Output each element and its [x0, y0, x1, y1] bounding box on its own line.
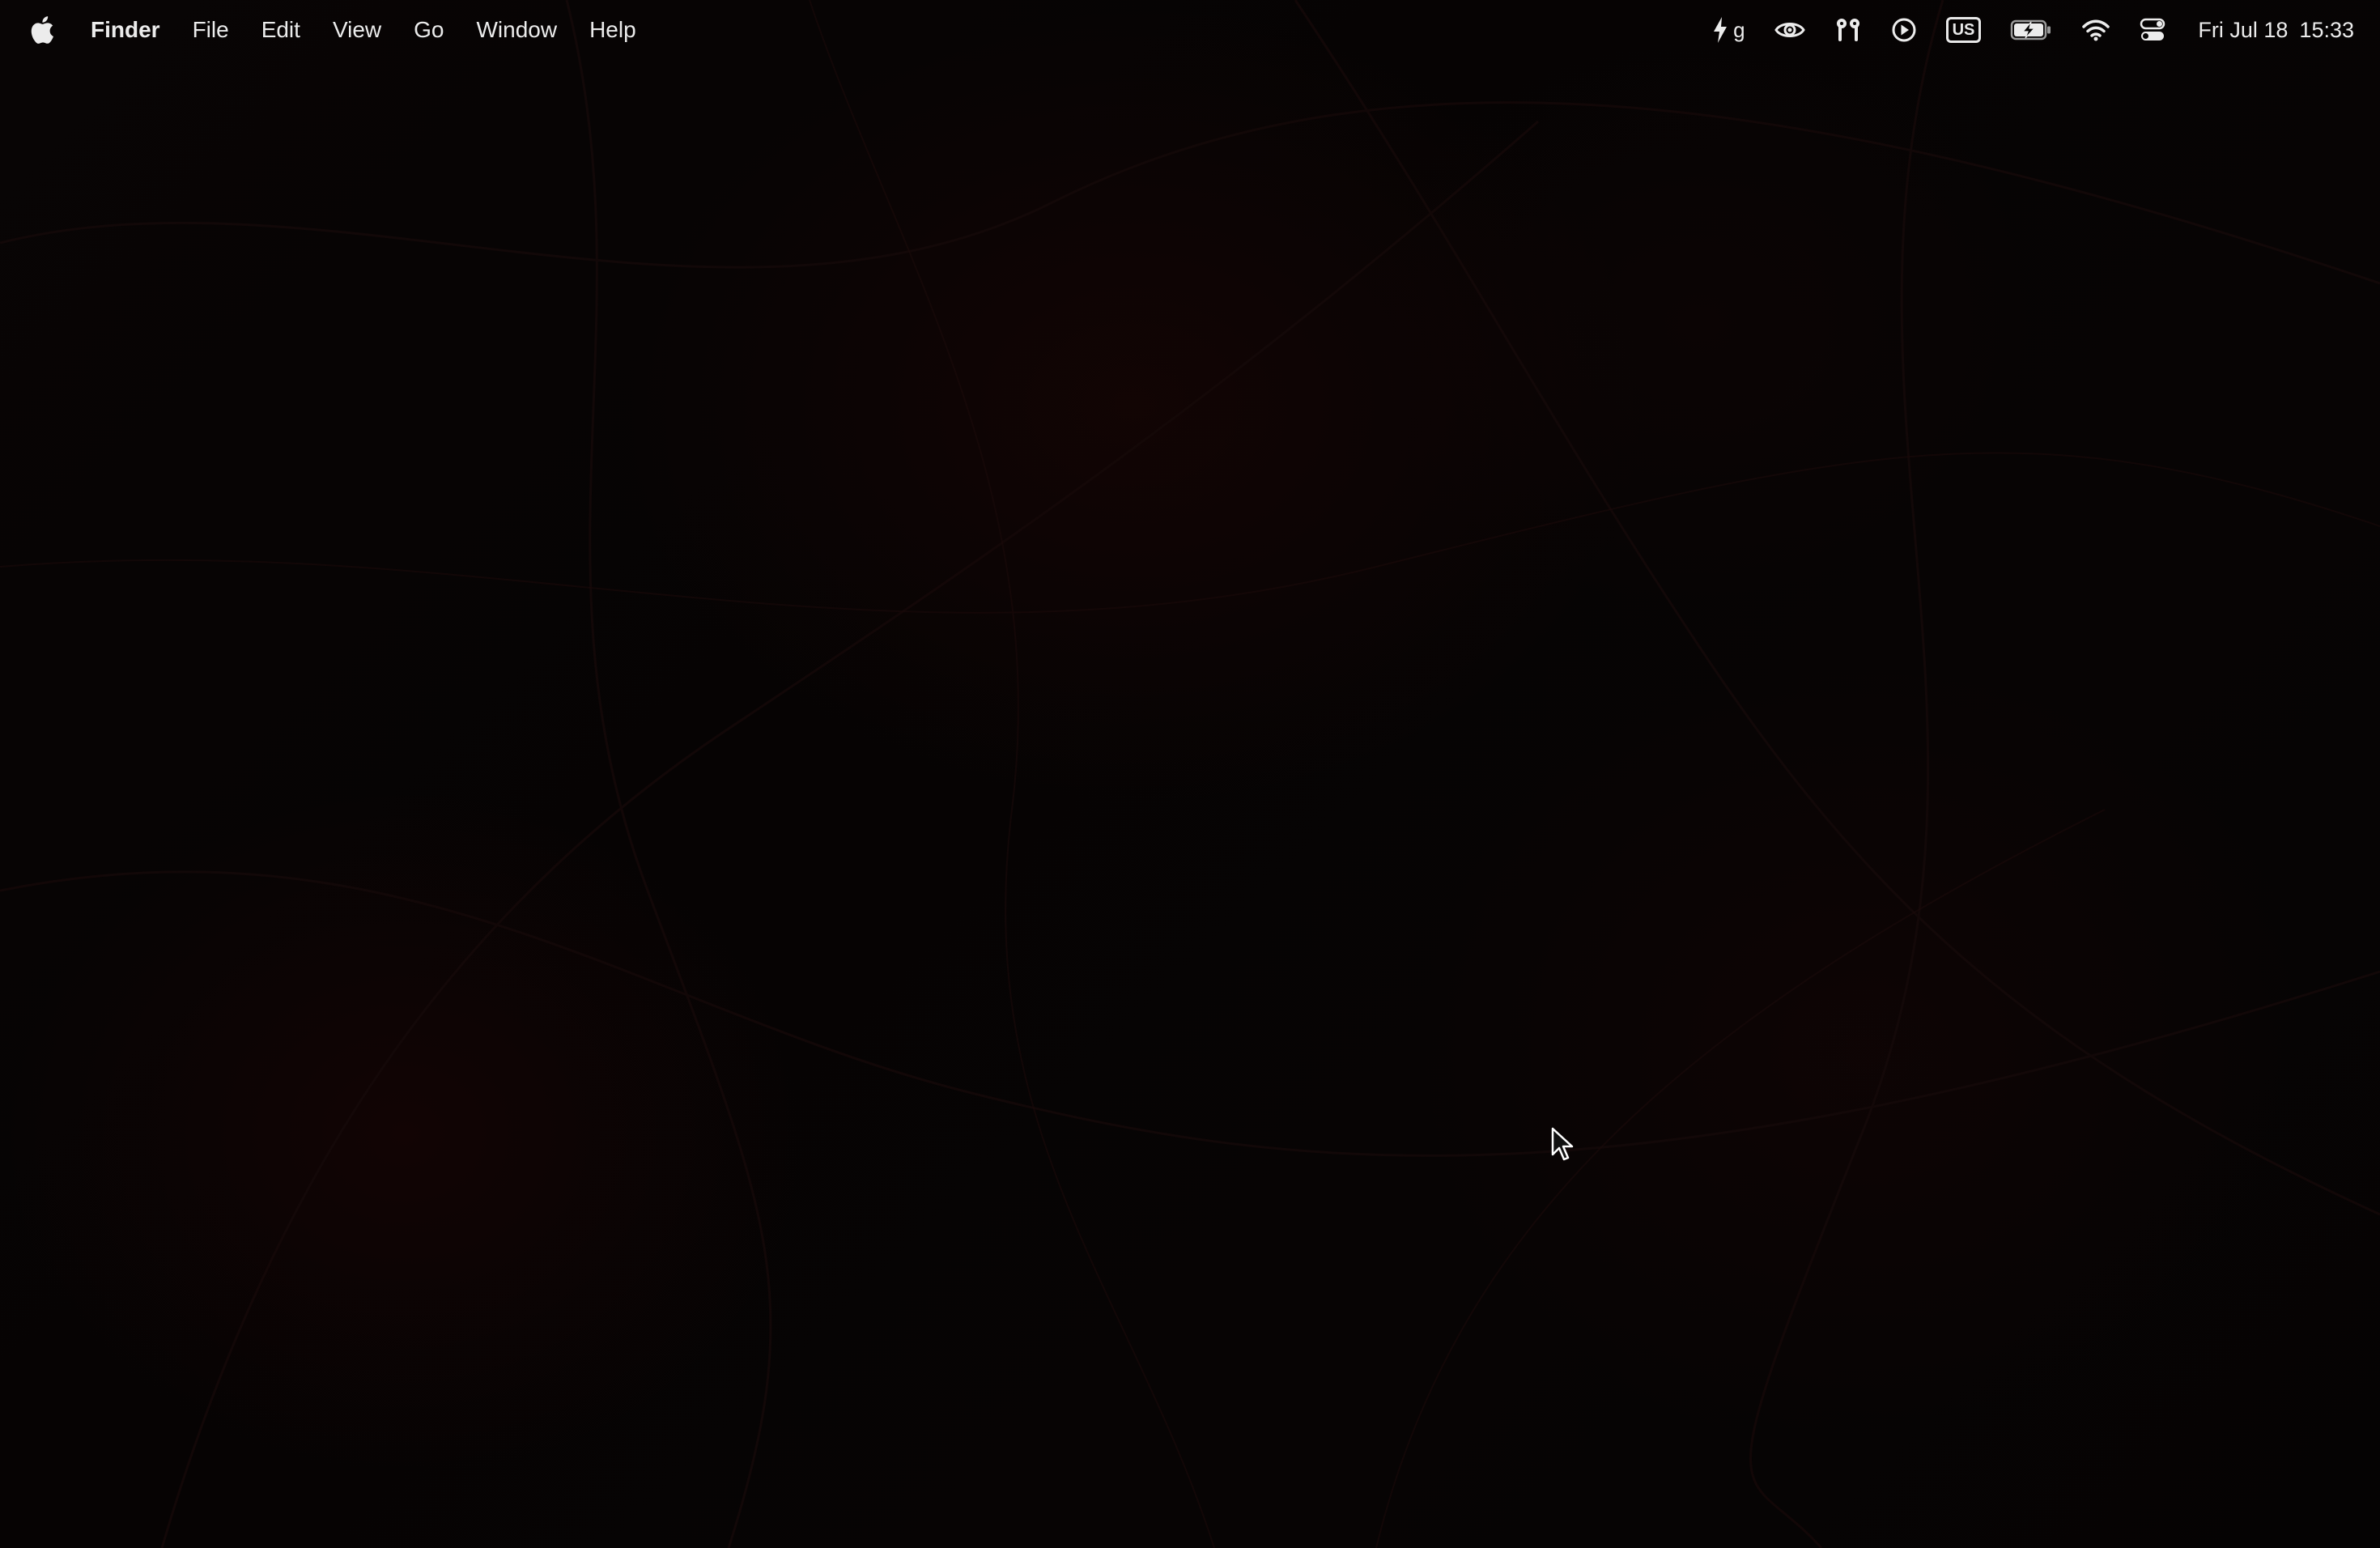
battery-status-item[interactable] [2010, 0, 2052, 60]
control-center-icon [2140, 18, 2165, 42]
menu-help[interactable]: Help [573, 0, 652, 60]
wifi-icon [2081, 19, 2110, 41]
media-status-item[interactable] [1891, 0, 1917, 60]
menu-bar-left: Finder File Edit View Go Window Help [0, 0, 652, 60]
menu-window[interactable]: Window [460, 0, 573, 60]
menu-view[interactable]: View [317, 0, 397, 60]
play-circle-icon [1891, 17, 1917, 43]
desktop-wallpaper [0, 0, 2380, 1548]
menu-app-finder[interactable]: Finder [86, 0, 176, 60]
airpods-icon [1834, 17, 1862, 43]
bolt-icon [1712, 17, 1728, 43]
menu-file[interactable]: File [176, 0, 245, 60]
control-center-status-item[interactable] [2140, 0, 2165, 60]
airpods-status-item[interactable] [1834, 0, 1862, 60]
eye-status-item[interactable] [1774, 0, 1805, 60]
apple-logo-icon[interactable] [28, 13, 57, 47]
input-source-status-item[interactable]: US [1945, 0, 1982, 60]
clock-time: 15:33 [2299, 17, 2354, 42]
mouse-pointer-icon [1551, 1127, 1574, 1161]
wifi-status-item[interactable] [2081, 0, 2110, 60]
menu-bar: Finder File Edit View Go Window Help g U… [0, 0, 2380, 60]
wallpaper-pattern [0, 0, 2380, 1548]
menu-edit[interactable]: Edit [245, 0, 317, 60]
menu-go[interactable]: Go [397, 0, 460, 60]
menu-bar-status-area: g US Fri Jul 18 15:33 [1712, 0, 2354, 60]
battery-charging-icon [2010, 19, 2052, 40]
keyboard-layout-badge: US [1945, 17, 1982, 43]
menu-bar-clock[interactable]: Fri Jul 18 15:33 [2198, 0, 2354, 60]
eye-icon [1774, 19, 1805, 40]
energy-letter: g [1733, 17, 1745, 42]
clock-date: Fri Jul 18 [2198, 17, 2289, 42]
energy-status-item[interactable]: g [1712, 0, 1745, 60]
